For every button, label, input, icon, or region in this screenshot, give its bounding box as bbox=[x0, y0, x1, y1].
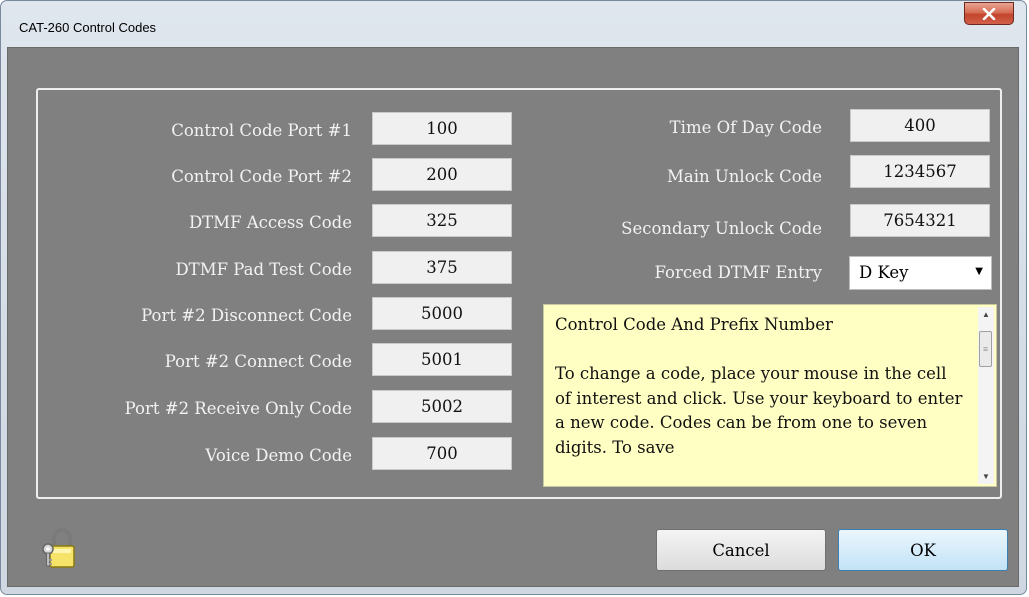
help-text: Control Code And Prefix Number To change… bbox=[555, 313, 965, 460]
label-port-2-connect-code: Port #2 Connect Code bbox=[164, 352, 352, 371]
close-button[interactable] bbox=[964, 2, 1014, 25]
field-secondary-unlock-code[interactable]: 7654321 bbox=[850, 204, 990, 237]
label-port-2-disconnect-code: Port #2 Disconnect Code bbox=[141, 306, 352, 325]
label-secondary-unlock-code: Secondary Unlock Code bbox=[621, 219, 822, 238]
dialog-window: CAT-260 Control Codes Control Code Port … bbox=[0, 0, 1027, 595]
window-title: CAT-260 Control Codes bbox=[19, 20, 157, 35]
help-heading: Control Code And Prefix Number bbox=[555, 315, 833, 334]
field-voice-demo-code[interactable]: 700 bbox=[372, 437, 512, 470]
dialog-client-area: Control Code Port #1 100 Control Code Po… bbox=[7, 47, 1019, 587]
field-main-unlock-code[interactable]: 1234567 bbox=[850, 155, 990, 188]
help-text-box[interactable]: Control Code And Prefix Number To change… bbox=[543, 304, 997, 487]
ok-button[interactable]: OK bbox=[838, 529, 1008, 571]
label-port-2-receive-only-code: Port #2 Receive Only Code bbox=[124, 399, 352, 418]
field-dtmf-access-code[interactable]: 325 bbox=[372, 204, 512, 237]
label-main-unlock-code: Main Unlock Code bbox=[667, 167, 822, 186]
field-time-of-day-code[interactable]: 400 bbox=[850, 109, 990, 142]
label-forced-dtmf-entry: Forced DTMF Entry bbox=[654, 263, 822, 282]
field-control-code-port-1[interactable]: 100 bbox=[372, 112, 512, 145]
label-time-of-day-code: Time Of Day Code bbox=[669, 118, 822, 137]
field-port-2-disconnect-code[interactable]: 5000 bbox=[372, 297, 512, 330]
label-control-code-port-2: Control Code Port #2 bbox=[171, 167, 352, 186]
label-dtmf-access-code: DTMF Access Code bbox=[188, 213, 352, 232]
forced-dtmf-entry-select[interactable]: D Key ▼ bbox=[849, 256, 992, 290]
dropdown-arrow-icon[interactable]: ▼ bbox=[975, 266, 983, 277]
field-port-2-receive-only-code[interactable]: 5002 bbox=[372, 390, 512, 423]
field-control-code-port-2[interactable]: 200 bbox=[372, 158, 512, 191]
field-dtmf-pad-test-code[interactable]: 375 bbox=[372, 251, 512, 284]
help-scrollbar[interactable]: ▲ ≡ ▼ bbox=[978, 307, 994, 484]
scroll-thumb[interactable]: ≡ bbox=[979, 331, 992, 367]
scroll-down-arrow-icon[interactable]: ▼ bbox=[978, 472, 994, 481]
forced-dtmf-selected-value: D Key bbox=[859, 263, 909, 282]
label-voice-demo-code: Voice Demo Code bbox=[205, 446, 352, 465]
field-port-2-connect-code[interactable]: 5001 bbox=[372, 343, 512, 376]
help-body: To change a code, place your mouse in th… bbox=[555, 364, 963, 457]
lock-keys-icon bbox=[40, 527, 80, 576]
label-control-code-port-1: Control Code Port #1 bbox=[171, 121, 352, 140]
cancel-button[interactable]: Cancel bbox=[656, 529, 826, 571]
label-dtmf-pad-test-code: DTMF Pad Test Code bbox=[175, 260, 352, 279]
close-icon bbox=[982, 7, 996, 20]
scroll-up-arrow-icon[interactable]: ▲ bbox=[978, 310, 994, 319]
